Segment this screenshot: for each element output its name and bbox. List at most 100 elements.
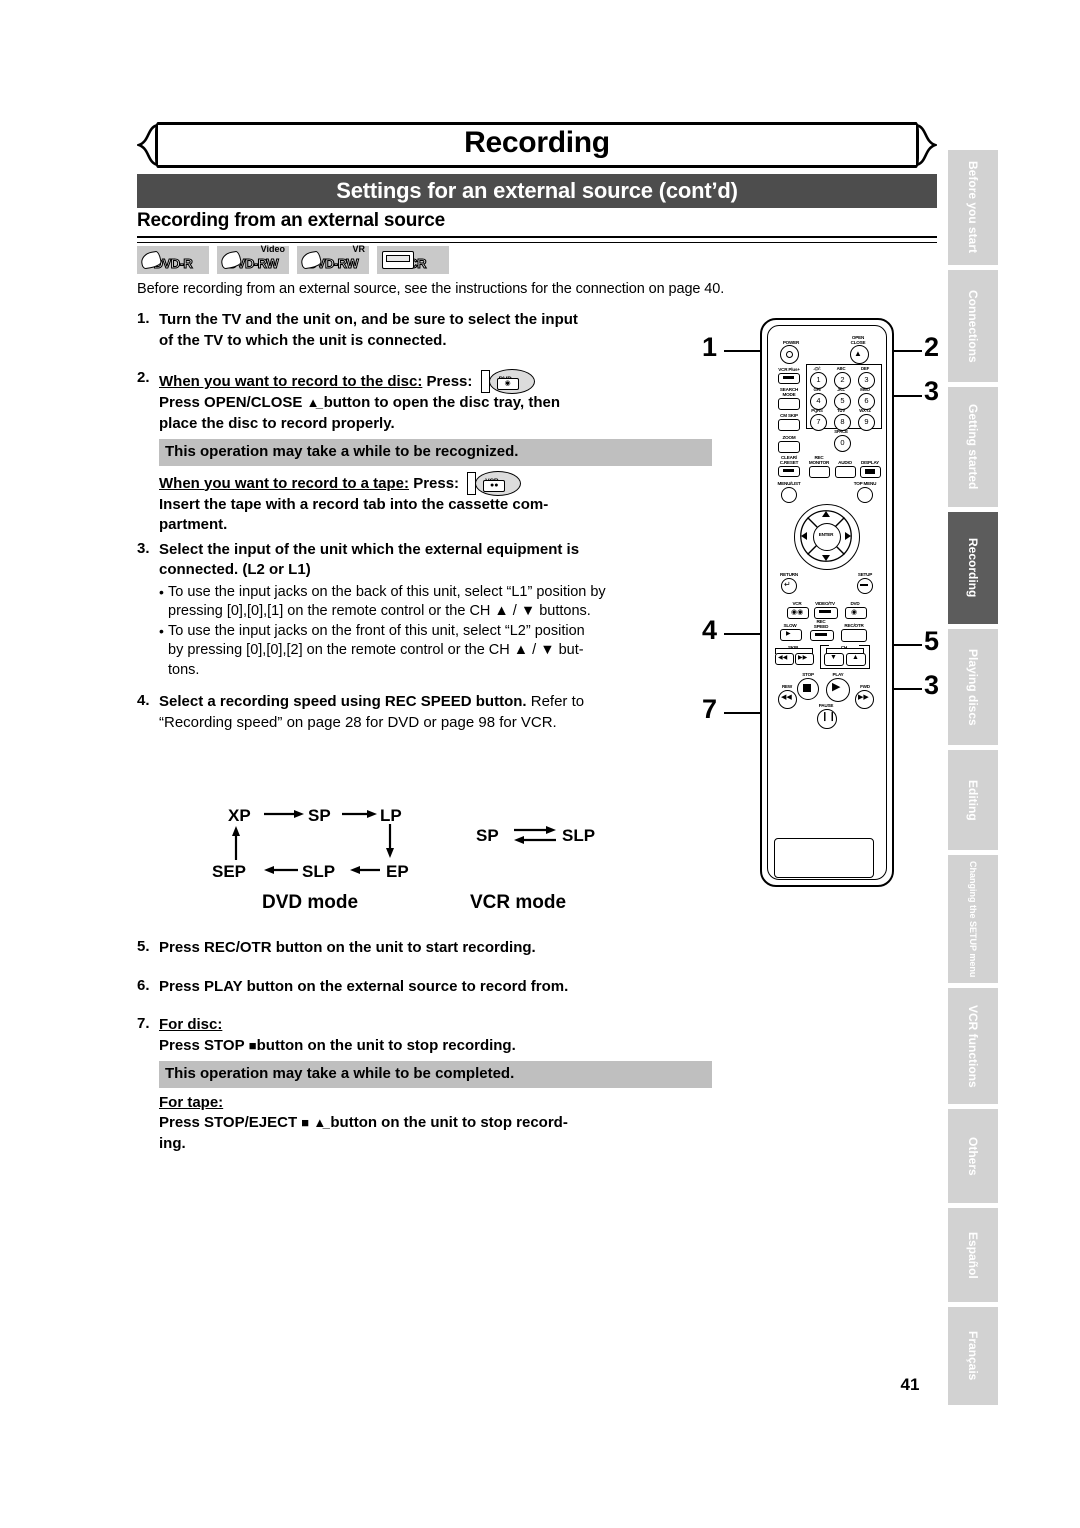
- sidebar-tab-editing[interactable]: Editing: [948, 750, 998, 850]
- sidebar-tab-connections[interactable]: Connections: [948, 270, 998, 382]
- step-3-line-2: connected. (L2 or L1): [159, 561, 311, 578]
- sidebar-tabs: Before you start Connections Getting sta…: [948, 150, 998, 1410]
- setup-button[interactable]: [857, 578, 873, 594]
- step-number: 7.: [137, 1015, 150, 1032]
- key-9-alpha: WXYZ: [859, 408, 871, 413]
- key-1-alpha: .@/:: [813, 366, 821, 371]
- step-2-line-a: Press OPEN/CLOSE: [159, 394, 303, 411]
- ch-down-icon: ▼: [830, 654, 837, 661]
- top-menu-button[interactable]: [857, 487, 873, 503]
- search-mode-button[interactable]: [778, 398, 800, 410]
- step-number: 2.: [137, 369, 150, 386]
- menu-list-label: MENU/LIST: [777, 481, 801, 486]
- badge-dvd-r: DVD-R: [137, 246, 209, 274]
- slow-label: SLOW: [783, 623, 797, 628]
- sidebar-tab-before-you-start[interactable]: Before you start: [948, 150, 998, 265]
- slow-arrow-icon: ▶: [786, 631, 791, 637]
- key-9[interactable]: 9: [858, 414, 875, 431]
- menu-list-button[interactable]: [781, 487, 797, 503]
- video-tv-button[interactable]: [814, 607, 838, 619]
- step-5-rest: button on the unit to start recording.: [271, 939, 536, 956]
- enter-button[interactable]: [813, 523, 841, 551]
- page-number: 41: [900, 1375, 920, 1394]
- step-1: 1. Turn the TV and the unit on, and be s…: [137, 310, 712, 351]
- cm-skip-button[interactable]: [778, 419, 800, 431]
- badge-dvd-rw-video: Video DVD-RW: [217, 245, 289, 274]
- sidebar-tab-francais[interactable]: Français: [948, 1307, 998, 1405]
- stop-square-glyph: [803, 684, 811, 692]
- format-badges: DVD-R Video DVD-RW VR DVD-RW VCR: [137, 244, 449, 274]
- remote-bottom-plate: [774, 838, 874, 878]
- badge-sup: VR: [352, 244, 365, 254]
- key-0[interactable]: 0: [834, 435, 851, 452]
- step-number: 5.: [137, 938, 150, 955]
- remote-body: POWER OPEN CLOSE ▲ VCR Plus+ SEARCH MODE…: [760, 318, 894, 887]
- rew-label: REW: [781, 684, 793, 689]
- slow-button[interactable]: [780, 629, 802, 641]
- bullet-item: • To use the input jacks on the back of …: [159, 583, 712, 622]
- vcr-mode-label: VCR: [792, 601, 802, 606]
- step-7: 7. For disc: Press STOP ■button on the u…: [137, 1015, 712, 1154]
- tab-label: Español: [966, 1231, 980, 1279]
- rec-monitor-button[interactable]: [809, 466, 830, 478]
- step-2-tape-line-2: partment.: [159, 516, 228, 533]
- callout-5: 5: [924, 626, 940, 656]
- callout-4: 4: [702, 615, 718, 645]
- sidebar-tab-playing-discs[interactable]: Playing discs: [948, 629, 998, 745]
- sidebar-tab-changing-the-setup-menu[interactable]: Changing the SETUP menu: [948, 855, 998, 983]
- ch-up-icon: ▲: [852, 654, 859, 661]
- power-dot-icon: [786, 351, 793, 358]
- rec-otr-button[interactable]: [841, 629, 867, 642]
- key-4-alpha: GHI: [813, 387, 821, 392]
- speed-arrows: [232, 810, 556, 874]
- tab-label: VCR functions: [966, 1004, 980, 1088]
- step-6-rest: button on the external source to record …: [242, 977, 569, 995]
- fwd-label: FWD: [860, 684, 870, 689]
- bullet-1-line-1: To use the input jacks on the back of th…: [168, 583, 606, 600]
- fwd-icon: ▶▶: [858, 694, 869, 701]
- sidebar-tab-recording[interactable]: Recording: [948, 512, 998, 624]
- step-1-line-2: of the TV to which the unit is connected…: [159, 331, 447, 349]
- enter-label: ENTER: [818, 532, 834, 537]
- tab-label: Editing: [966, 779, 980, 821]
- audio-button[interactable]: [835, 466, 856, 478]
- sidebar-tab-others[interactable]: Others: [948, 1109, 998, 1203]
- bullet-1-line-2: pressing [0],[0],[1] on the remote contr…: [168, 603, 591, 619]
- eject-triangle-icon: ▲: [854, 349, 862, 358]
- step-7-disc-line-rest: button on the unit to stop recording.: [256, 1036, 516, 1054]
- sidebar-tab-vcr-functions[interactable]: VCR functions: [948, 988, 998, 1104]
- play-label: PLAY: [832, 672, 844, 677]
- pause-icon: ❙❙: [821, 711, 837, 721]
- tab-label: Connections: [966, 289, 980, 363]
- vcr-mode-label: VCR mode: [470, 892, 567, 913]
- step-7-tape-line-rest: button on the unit to stop record-: [330, 1114, 568, 1131]
- bullet-dot-icon: •: [159, 622, 164, 639]
- key-7-alpha: PQRS: [811, 408, 823, 413]
- sidebar-tab-getting-started[interactable]: Getting started: [948, 387, 998, 507]
- zoom-button[interactable]: [778, 441, 800, 453]
- step-number: 4.: [137, 692, 150, 709]
- step-2-line-c: place the disc to record properly.: [159, 414, 395, 432]
- key-6-alpha: MNO: [860, 387, 870, 392]
- step-2-tape-line-1: Insert the tape with a record tab into t…: [159, 495, 549, 513]
- search-mode-label-2: MODE: [782, 392, 796, 397]
- step-2: 2. When you want to record to the disc: …: [137, 369, 712, 536]
- key-7[interactable]: 7: [810, 414, 827, 431]
- step-7-disc-line: Press STOP: [159, 1036, 245, 1054]
- chapter-title: Recording: [464, 126, 610, 159]
- sidebar-tab-espanol[interactable]: Español: [948, 1208, 998, 1302]
- sub-heading: Recording from an external source: [137, 210, 446, 231]
- stop-square-icon: ■: [301, 1115, 310, 1130]
- key-0-alpha: SPACE: [834, 429, 848, 434]
- step-6: 6. Press PLAY button on the external sou…: [137, 977, 712, 998]
- zoom-label: ZOOM: [782, 435, 796, 440]
- vcr-speed-slp: SLP: [562, 826, 596, 845]
- remote-control-illustration: 1 2 3 4 5 3 7 POWER OPEN CLOSE ▲ VCR Plu…: [700, 310, 950, 890]
- display-label: DISPLAY: [860, 460, 880, 465]
- eject-icon: ▲̲: [313, 1115, 327, 1130]
- step-5-bold: Press REC/OTR: [159, 939, 272, 956]
- steps-list-bottom: 5. Press REC/OTR button on the unit to s…: [137, 938, 712, 1158]
- badge-vcr: VCR: [377, 246, 449, 274]
